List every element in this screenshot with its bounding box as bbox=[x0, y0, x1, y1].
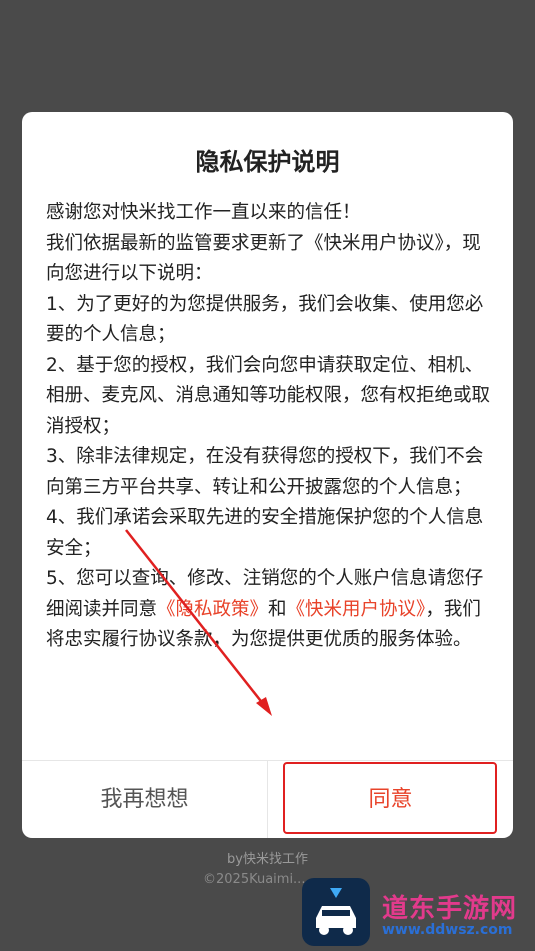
watermark-logo-icon bbox=[302, 878, 370, 946]
pointer-arrow-icon bbox=[125, 529, 272, 716]
footer-brand: by快米找工作 bbox=[227, 852, 308, 867]
watermark-url: www.ddwsz.com bbox=[382, 922, 513, 938]
watermark-text: 道东手游网 bbox=[382, 894, 518, 924]
footer-copyright: ©2025Kuaimi... bbox=[203, 872, 306, 887]
